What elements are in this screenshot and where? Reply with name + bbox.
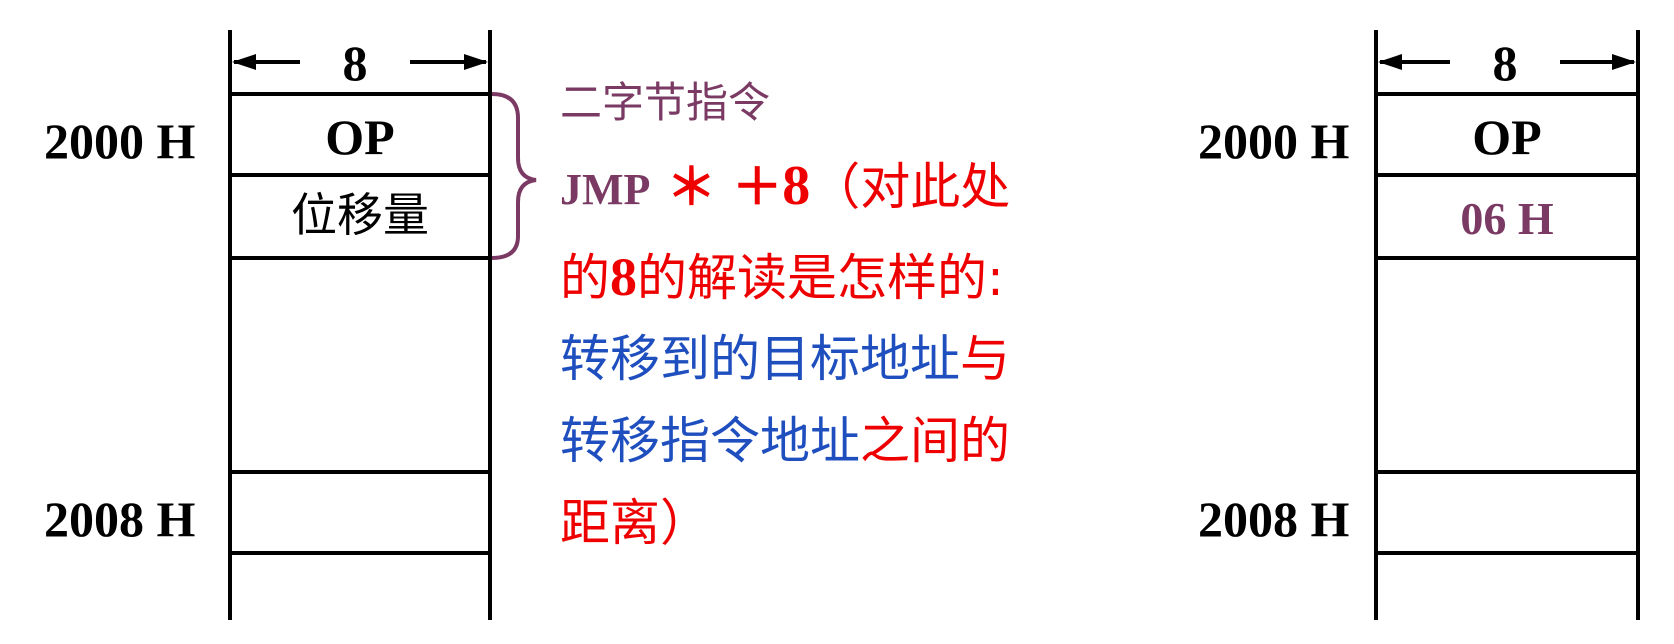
instruction-brace — [491, 92, 537, 260]
left-displacement-cell: 位移量 — [291, 188, 429, 242]
annotation-line-5: 距离） — [560, 494, 710, 552]
annotation-line-4: 转移指令地址之间的 — [560, 416, 1010, 466]
line2-suffix: 的解读是怎样的: — [637, 249, 1004, 307]
line2-prefix: 的 — [560, 249, 610, 307]
left-width-label: 8 — [342, 35, 368, 91]
line3-and: 与 — [960, 330, 1010, 388]
annotation-title: 二字节指令 — [560, 78, 771, 127]
annotation-line-3: 转移到的目标地址与 — [560, 334, 1010, 384]
plus-symbol: ＋ — [732, 158, 783, 216]
annotation-instruction-line: JMP ＊ ＋8（对此处 — [560, 158, 1010, 214]
left-address-2000h: 2000 H — [44, 113, 196, 169]
right-address-2000h: 2000 H — [1198, 113, 1350, 169]
left-address-2008h: 2008 H — [44, 491, 196, 547]
right-displacement-cell: 06 H — [1460, 193, 1554, 244]
line4-instruction-address: 转移指令地址 — [560, 412, 860, 470]
annotation-paren-start: （对此处 — [810, 158, 1011, 216]
memory-diagram-lines — [228, 30, 1640, 620]
offset-eight: 8 — [782, 155, 811, 217]
right-opcode-cell: OP — [1472, 109, 1542, 165]
annotation-line-2: 的8的解读是怎样的: — [560, 250, 1004, 304]
line2-number: 8 — [610, 247, 637, 307]
jmp-keyword: JMP — [560, 165, 651, 214]
right-address-2008h: 2008 H — [1198, 491, 1350, 547]
left-opcode-cell: OP — [325, 109, 395, 165]
line3-target-address: 转移到的目标地址 — [560, 330, 960, 388]
right-width-label: 8 — [1492, 35, 1518, 91]
line4-between: 之间的 — [860, 412, 1010, 470]
asterisk-symbol: ＊ — [666, 158, 717, 216]
